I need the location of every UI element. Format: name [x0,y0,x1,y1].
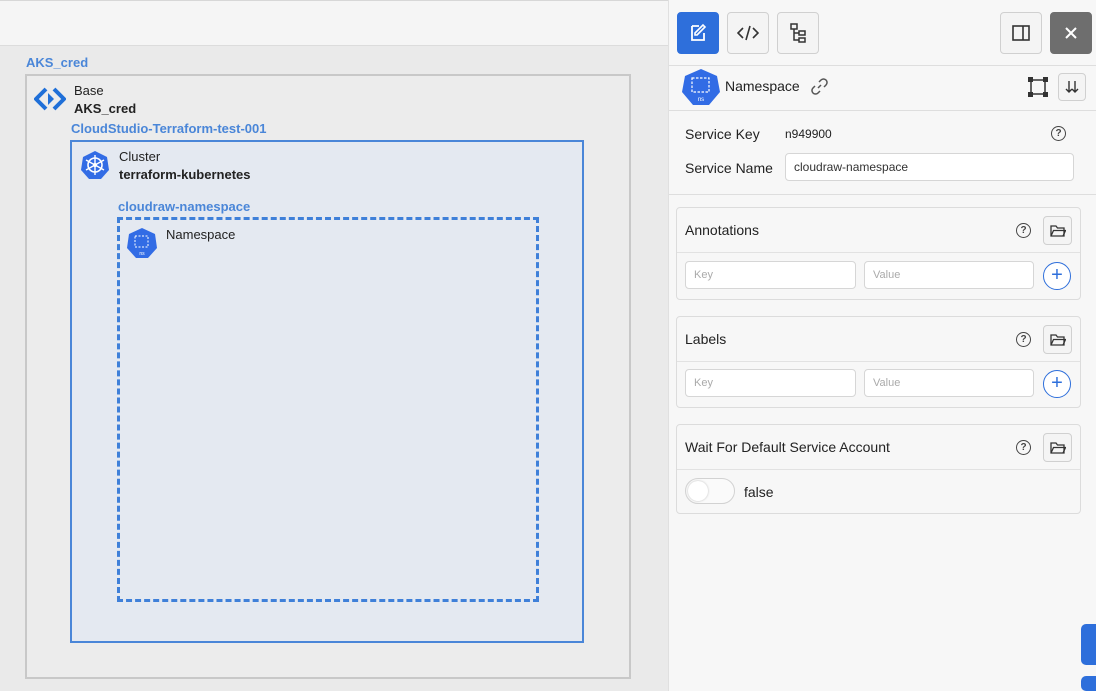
resource-title: Namespace [725,78,800,94]
namespace-node-type: Namespace [166,227,236,242]
toggle-knob [688,481,708,501]
annotation-key-input[interactable]: Key [685,261,856,289]
fields-divider [669,194,1096,195]
edit-button[interactable] [677,12,719,54]
cluster-node-name[interactable]: terraform-kubernetes [119,167,251,182]
sort-down-icon [1065,81,1079,93]
labels-help-icon[interactable]: ? [1016,332,1031,347]
annotations-folder-button[interactable] [1043,216,1072,245]
code-icon [737,25,759,41]
add-annotation-button[interactable]: + [1043,262,1071,290]
labels-card: Labels ? Key Value + [676,316,1081,408]
bounding-box-icon[interactable] [1027,76,1049,98]
base-node-type: Base [74,83,104,98]
service-key-value: n949900 [785,127,832,141]
code-view-button[interactable] [727,12,769,54]
service-key-help-icon[interactable]: ? [1051,126,1066,141]
namespace-group-label: cloudraw-namespace [118,199,251,214]
kubernetes-wheel-icon [81,151,109,179]
toggle-sidebar-button[interactable] [1000,12,1042,54]
close-icon [1065,27,1077,39]
wait-card-header: Wait For Default Service Account ? [677,425,1080,470]
label-key-input[interactable]: Key [685,369,856,397]
namespace-header-icon: ns [682,69,720,105]
labels-card-header: Labels ? [677,317,1080,362]
header-divider [669,110,1096,111]
link-icon[interactable] [811,78,828,95]
wait-service-account-card: Wait For Default Service Account ? false [676,424,1081,514]
annotations-help-icon[interactable]: ? [1016,223,1031,238]
tree-view-button[interactable] [777,12,819,54]
code-brackets-icon [34,87,66,111]
cluster-group-label: CloudStudio-Terraform-test-001 [71,121,267,136]
service-key-label: Service Key [685,126,760,142]
svg-text:ns: ns [698,97,704,103]
svg-text:ns: ns [139,251,145,257]
base-group-label: AKS_cred [26,55,89,70]
folder-open-icon [1049,441,1066,454]
namespace-icon: ns [127,228,157,258]
annotation-value-input[interactable]: Value [864,261,1034,289]
folder-open-icon [1049,333,1066,346]
tree-icon [790,23,806,43]
wait-title: Wait For Default Service Account [685,439,890,455]
edit-icon [691,23,707,41]
annotations-card: Annotations ? Key Value + [676,207,1081,300]
cluster-node-type: Cluster [119,149,161,164]
sidebar-toggle-icon [1012,25,1030,41]
diagram-canvas[interactable]: AKS_cred Base AKS_cred CloudStudio-Terra… [0,0,668,691]
wait-toggle-value: false [744,484,774,500]
wait-folder-button[interactable] [1043,433,1072,462]
sort-button[interactable] [1058,73,1086,101]
canvas-toolbar-strip [0,0,668,46]
labels-title: Labels [685,331,727,347]
toolbar-divider [669,65,1096,66]
service-name-label: Service Name [685,160,773,176]
wait-toggle[interactable] [685,478,735,504]
annotations-card-header: Annotations ? [677,208,1080,253]
add-label-button[interactable]: + [1043,370,1071,398]
annotations-title: Annotations [685,222,759,238]
wait-help-icon[interactable]: ? [1016,440,1031,455]
labels-folder-button[interactable] [1043,325,1072,354]
namespace-group-container[interactable] [117,217,539,602]
base-node-name[interactable]: AKS_cred [74,101,136,116]
edge-floating-button[interactable] [1081,624,1096,665]
close-panel-button[interactable] [1050,12,1092,54]
label-value-input[interactable]: Value [864,369,1034,397]
edge-floating-button-2[interactable] [1081,676,1096,691]
service-name-input[interactable]: cloudraw-namespace [785,153,1074,181]
folder-open-icon [1049,224,1066,237]
